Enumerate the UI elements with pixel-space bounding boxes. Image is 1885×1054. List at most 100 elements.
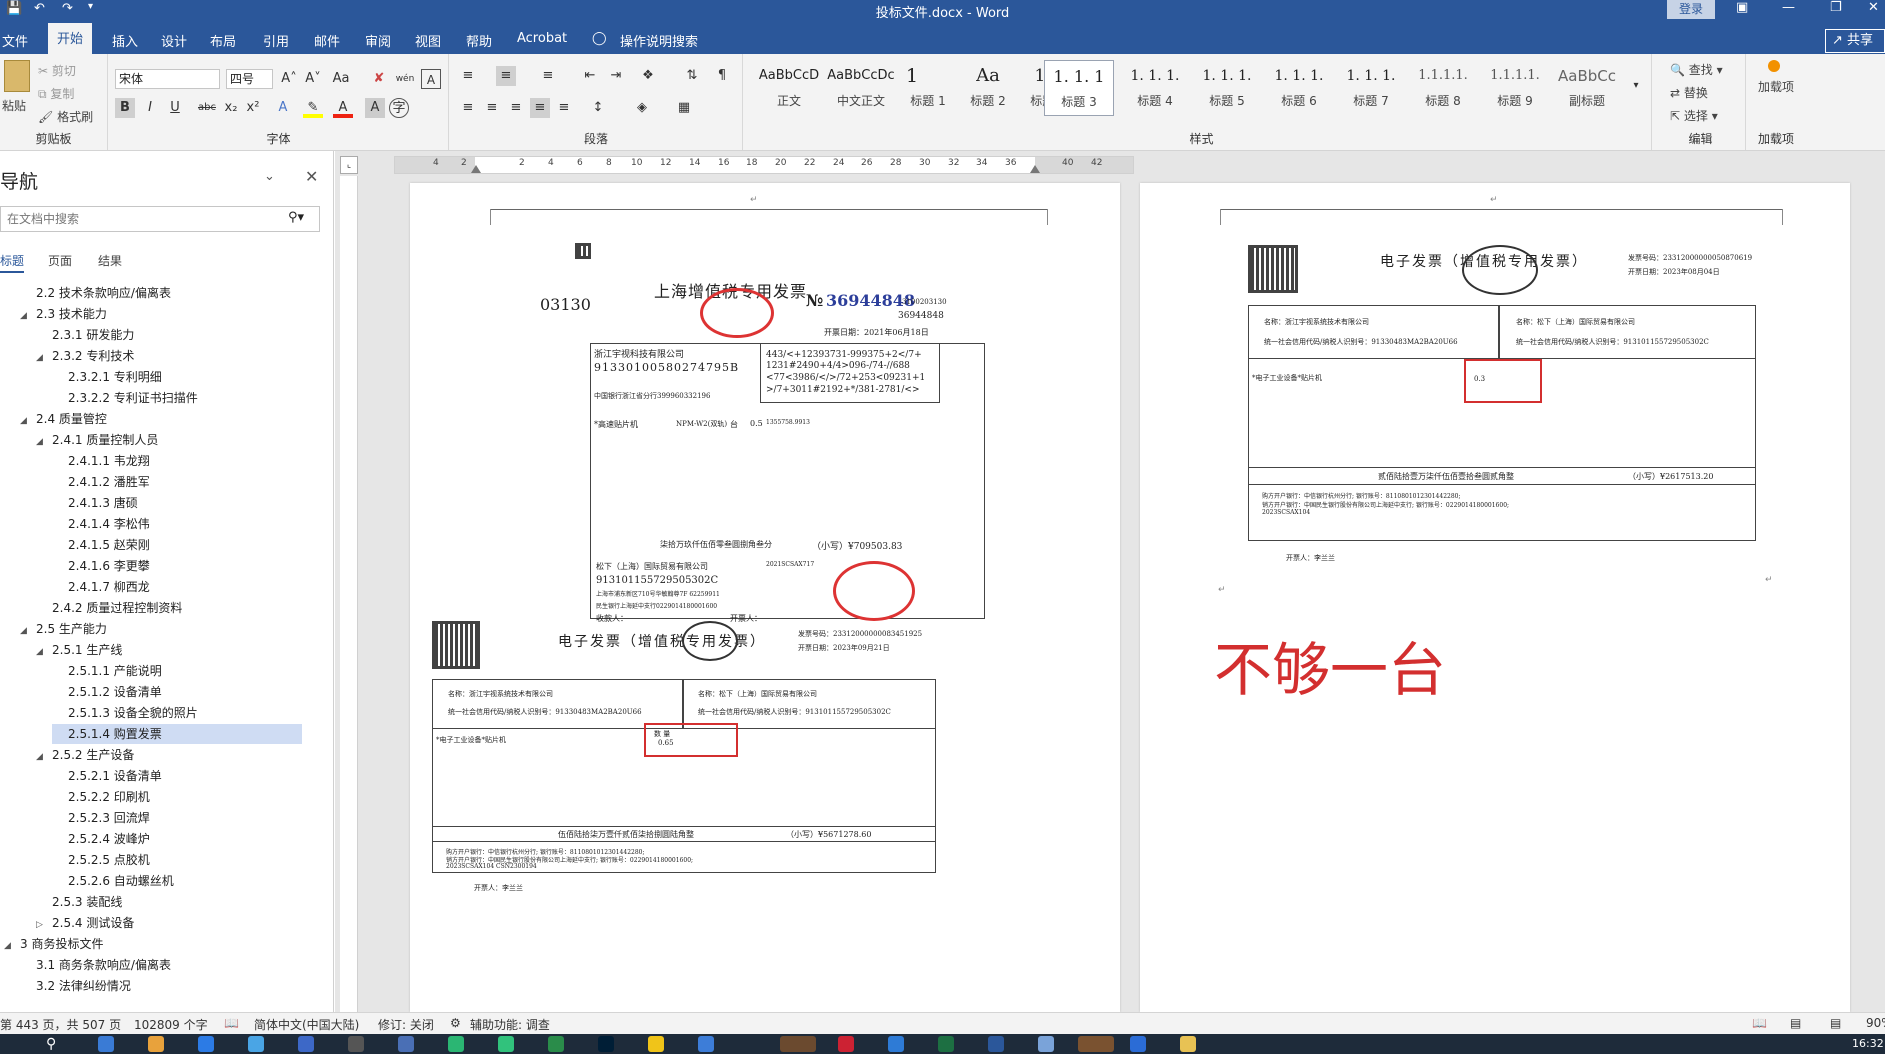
nav-heading-item[interactable]: ◢ 2.5.1 生产线 [36,640,122,660]
acrobat-icon[interactable] [838,1036,854,1052]
nav-heading-item[interactable]: 2.5.2.5 点胶机 [52,850,150,870]
font-size-select[interactable]: 四号 [226,69,273,89]
decrease-indent-icon[interactable]: ⇤ [580,66,600,86]
line-spacing-icon[interactable]: ↕ [588,98,608,118]
style-heading-1[interactable]: 1 标题 1 [898,60,958,116]
tell-me-search[interactable]: 操作说明搜索 [620,31,698,50]
nav-heading-item[interactable]: ◢ 2.3 技术能力 [20,304,107,324]
nav-options-icon[interactable]: ⌄ [264,169,275,184]
highlight-icon[interactable]: ✎ [303,98,323,118]
show-marks-icon[interactable]: ¶ [712,66,732,86]
nav-heading-item[interactable]: 2.5.2.3 回流焊 [52,808,150,828]
increase-indent-icon[interactable]: ⇥ [606,66,626,86]
char-shading-icon[interactable]: A [365,98,385,118]
app-icon[interactable] [398,1036,414,1052]
language[interactable]: 简体中文(中国大陆) [254,1016,359,1033]
paste-button[interactable]: 粘贴 [2,97,26,114]
tab-selector-icon[interactable]: ⌞ [340,156,358,174]
close-window-icon[interactable]: ✕ [1868,0,1879,15]
vertical-ruler[interactable] [340,176,358,1012]
style-heading-9[interactable]: 1.1.1.1. 标题 9 [1480,60,1550,116]
nav-heading-item[interactable]: 2.5.3 装配线 [36,892,122,912]
collapse-arrow-icon[interactable]: ◢ [36,642,52,662]
app-icon[interactable] [1130,1036,1146,1052]
tab-review[interactable]: 审阅 [365,31,391,50]
nav-search-input[interactable]: 在文档中搜索 [0,206,320,232]
nav-heading-item[interactable]: ◢ 2.5 生产能力 [20,619,107,639]
nav-heading-item[interactable]: 2.4.1.1 韦龙翔 [52,451,150,471]
bullets-icon[interactable]: ≡ [458,66,478,86]
search-icon[interactable]: ⚲ [46,1036,62,1052]
italic-icon[interactable]: I [140,98,160,118]
bold-icon[interactable]: B [115,98,135,118]
styles-more-icon[interactable]: ▾ [1626,76,1646,96]
nav-heading-item[interactable]: 2.3.1 研发能力 [36,325,134,345]
copy-button[interactable]: ⧉ 复制 [38,85,74,102]
login-button[interactable]: 登录 [1667,0,1715,19]
close-icon[interactable]: ✕ [305,167,318,186]
multilevel-list-icon[interactable]: ≡ [538,66,558,86]
underline-icon[interactable]: U [165,98,185,118]
clear-formatting-icon[interactable]: ✘ [369,69,389,89]
nav-heading-item[interactable]: ▷ 2.5.4 测试设备 [36,913,134,933]
nav-heading-item[interactable]: ◢ 2.5.2 生产设备 [36,745,134,765]
superscript-icon[interactable]: x² [243,98,263,118]
right-indent-marker-icon[interactable] [1030,165,1040,173]
style-heading-4[interactable]: 1. 1. 1. 标题 4 [1120,60,1190,116]
tab-pages[interactable]: 页面 [48,252,72,269]
align-right-icon[interactable]: ≡ [506,98,526,118]
nav-heading-item[interactable]: 2.5.1.1 产能说明 [52,661,162,681]
accessibility-icon[interactable]: ⚙ [450,1016,461,1030]
addin-button[interactable]: 加载项 [1756,80,1796,95]
select-button[interactable]: ⇱ 选择 ▾ [1670,107,1718,124]
nav-heading-item[interactable]: 2.5.1.3 设备全貌的照片 [52,703,198,723]
word-icon[interactable] [988,1036,1004,1052]
style-normal[interactable]: AaBbCcD 正文 [754,60,824,116]
nav-heading-item[interactable]: 2.5.2.2 印刷机 [52,787,150,807]
app-icon[interactable] [548,1036,564,1052]
cut-button[interactable]: ✂ 剪切 [38,62,76,79]
subscript-icon[interactable]: x₂ [221,98,241,118]
phonetic-guide-icon[interactable]: wén [395,69,415,89]
style-chinese-body[interactable]: AaBbCcDc 中文正文 [826,60,896,116]
justify-icon[interactable]: ≡ [530,98,550,118]
nav-heading-item[interactable]: 2.4.1.4 李松伟 [52,514,150,534]
nav-heading-item[interactable]: ◢ 2.4.1 质量控制人员 [36,430,158,450]
photoshop-icon[interactable] [598,1036,614,1052]
tab-help[interactable]: 帮助 [466,31,492,50]
style-heading-5[interactable]: 1. 1. 1. 标题 5 [1192,60,1262,116]
style-heading-7[interactable]: 1. 1. 1. 标题 7 [1336,60,1406,116]
app-icon[interactable] [498,1036,514,1052]
app-icon[interactable] [198,1036,214,1052]
nav-heading-item[interactable]: 2.5.2.4 波峰炉 [52,829,150,849]
app-icon[interactable] [348,1036,364,1052]
tab-view[interactable]: 视图 [415,31,441,50]
collapse-arrow-icon[interactable]: ◢ [36,432,52,452]
word-count[interactable]: 102809 个字 [134,1016,208,1033]
collapse-arrow-icon[interactable]: ◢ [36,747,52,767]
collapse-arrow-icon[interactable]: ◢ [20,621,36,641]
app-icon[interactable] [888,1036,904,1052]
shrink-font-icon[interactable]: A˅ [303,69,323,89]
app-icon[interactable] [248,1036,264,1052]
app-icon[interactable] [1038,1036,1054,1052]
clock[interactable]: 16:32 [1852,1037,1884,1050]
indent-marker-icon[interactable] [471,165,481,173]
nav-heading-item[interactable]: 3.1 商务条款响应/偏离表 [20,955,171,975]
nav-heading-item[interactable]: 2.4.1.6 李更攀 [52,556,150,576]
sort-icon[interactable]: ⇅ [682,66,702,86]
nav-heading-item[interactable]: 3.2 法律纠纷情况 [20,976,131,996]
nav-heading-item[interactable]: 2.4.2 质量过程控制资料 [36,598,182,618]
collapse-arrow-icon[interactable]: ◢ [20,411,36,431]
collapse-arrow-icon[interactable]: ◢ [20,306,36,326]
web-layout-icon[interactable]: ▤ [1830,1016,1841,1030]
nav-heading-item[interactable]: ◢ 3 商务投标文件 [4,934,103,954]
file-explorer-icon[interactable] [1180,1036,1196,1052]
wechat-icon[interactable] [448,1036,464,1052]
nav-heading-item[interactable]: 2.4.1.2 潘胜军 [52,472,150,492]
ribbon-display-icon[interactable]: ▣ [1736,0,1748,15]
tab-headings[interactable]: 标题 [0,252,25,273]
document-page-right[interactable]: ↵ 电子发票（增值税专用发票） 发票号码：2331200000005087061… [1140,183,1850,1012]
nav-heading-item[interactable]: 2.4.1.5 赵荣刚 [52,535,150,555]
enclose-char-icon[interactable]: 字 [389,98,409,118]
